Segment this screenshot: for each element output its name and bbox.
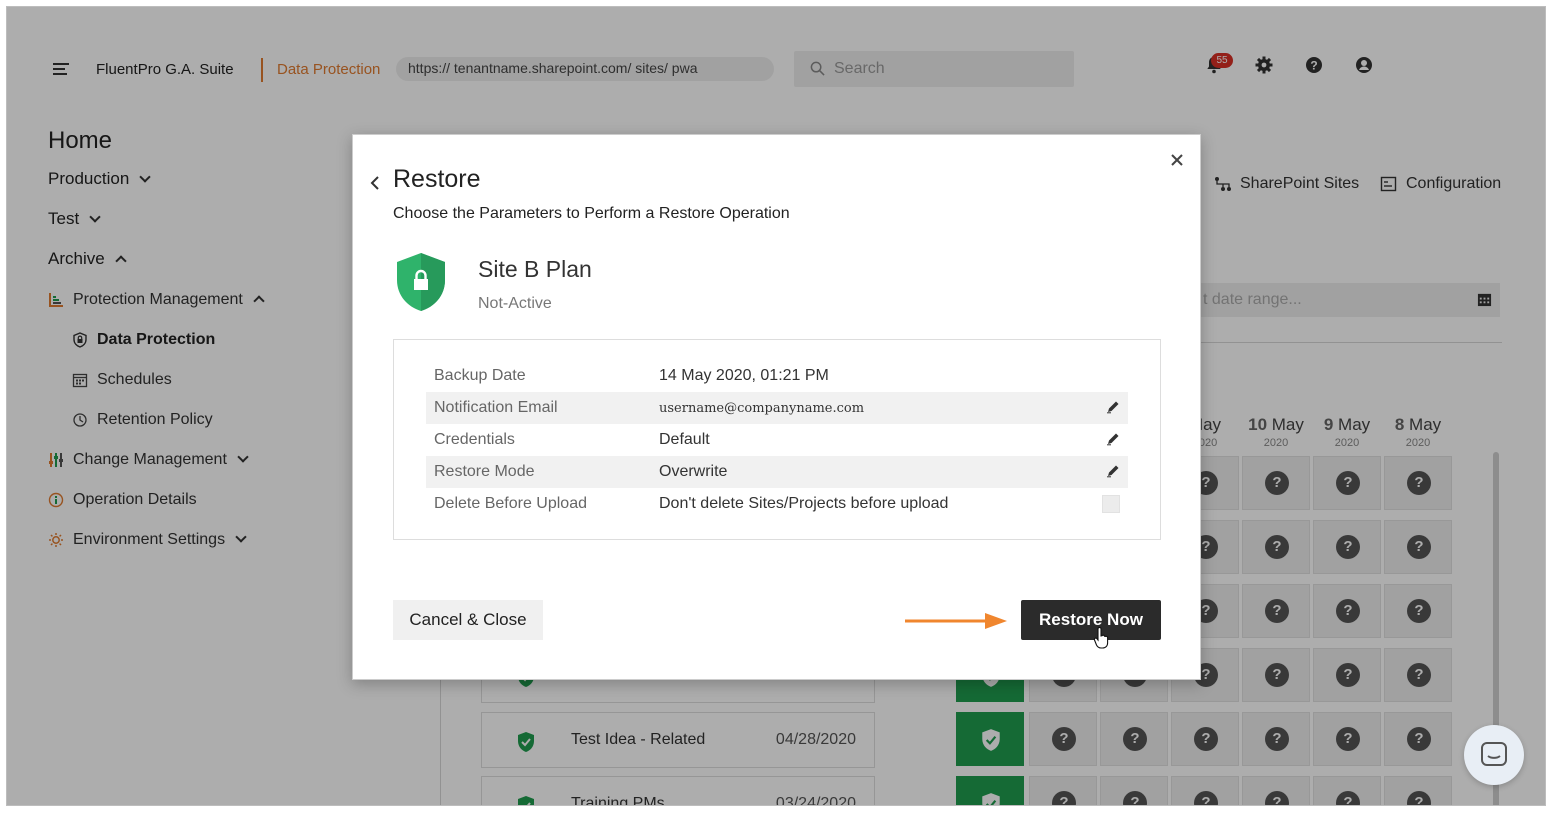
param-value: 14 May 2020, 01:21 PM [659,367,829,384]
param-value: username@companyname.com [659,401,865,416]
pencil-icon[interactable] [1106,400,1120,414]
param-label: Delete Before Upload [434,495,587,512]
param-value: Default [659,431,710,448]
param-credentials: Credentials Default [426,424,1128,456]
hand-cursor-icon [1093,627,1109,649]
param-notification-email: Notification Email username@companyname.… [426,392,1128,424]
param-value: Don't delete Sites/Projects before uploa… [659,495,949,512]
lock-shield-icon [397,253,445,311]
param-delete-before-upload: Delete Before Upload Don't delete Sites/… [426,488,1128,520]
app-root: FluentPro G.A. Suite Data Protection htt… [7,7,1545,805]
pencil-icon[interactable] [1106,432,1120,446]
param-label: Notification Email [434,399,558,416]
pencil-icon[interactable] [1106,464,1120,478]
plan-name: Site B Plan [478,256,592,282]
close-icon[interactable] [1170,153,1184,167]
param-label: Backup Date [434,367,526,384]
chat-icon [1481,742,1507,766]
dialog-title: Restore [393,165,481,193]
arrow-annotation [905,613,1007,629]
back-chevron-icon[interactable] [369,175,381,191]
cancel-close-button[interactable]: Cancel & Close [393,600,543,640]
param-label: Restore Mode [434,463,535,480]
plan-status: Not-Active [478,295,552,312]
screenshot-frame: FluentPro G.A. Suite Data Protection htt… [6,6,1546,806]
restore-dialog: Restore Choose the Parameters to Perform… [352,134,1201,680]
restore-parameters: Backup Date 14 May 2020, 01:21 PM Notifi… [393,339,1161,540]
param-backup-date: Backup Date 14 May 2020, 01:21 PM [426,360,1128,392]
param-label: Credentials [434,431,515,448]
param-value: Overwrite [659,463,728,480]
restore-now-button[interactable]: Restore Now [1021,600,1161,640]
dialog-subtitle: Choose the Parameters to Perform a Resto… [393,205,790,222]
chat-button[interactable] [1464,725,1524,785]
delete-before-upload-checkbox[interactable] [1102,495,1120,513]
param-restore-mode: Restore Mode Overwrite [426,456,1128,488]
